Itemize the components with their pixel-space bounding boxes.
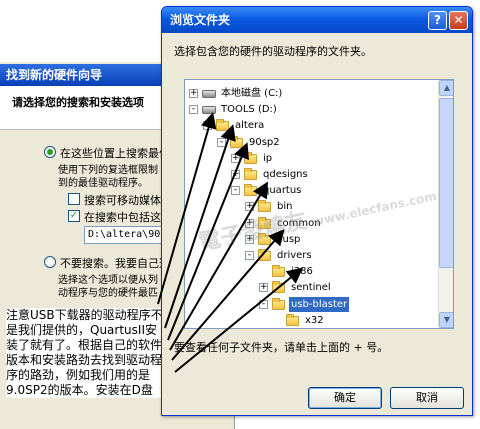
tree-node-label: altera — [235, 120, 265, 132]
checkbox-removable-label: 搜索可移动媒体 — [84, 194, 161, 207]
tree-node[interactable]: - 90sp2 — [217, 135, 447, 150]
expand-icon[interactable]: + — [245, 218, 254, 228]
tree-node-label: bin — [277, 201, 293, 213]
drive-icon — [202, 106, 216, 115]
expand-icon[interactable]: + — [259, 283, 268, 293]
annotation-note: 注意USB下载器的驱动程序不是我们提供的，QuartusII安装了就有了。根据自… — [6, 308, 168, 398]
help-button[interactable]: ? — [428, 11, 447, 30]
option-no-search-label: 不要搜索。我要自己选 — [60, 257, 170, 270]
folder-icon — [258, 249, 271, 261]
tree-node-label: TOOLS (D:) — [221, 104, 277, 116]
folder-icon — [216, 119, 229, 132]
tree-node-label: usb-blaster — [289, 296, 350, 312]
radio-search-locations[interactable] — [44, 146, 56, 158]
tree-node[interactable]: + cusp — [245, 232, 453, 247]
option-no-search-desc-2: 动程序与您的硬件最匹 — [58, 288, 158, 299]
folder-icon — [272, 297, 285, 310]
ok-button[interactable]: 确定 — [308, 387, 382, 409]
folder-icon — [258, 232, 271, 245]
tree-node[interactable]: i386 — [259, 264, 453, 279]
dialog-title-bar: 浏览文件夹 — [162, 7, 472, 33]
dialog-prompt: 选择包含您的硬件的驱动程序的文件夹。 — [174, 45, 372, 58]
folder-icon — [230, 135, 243, 148]
tree-node[interactable]: + qdesigns — [231, 167, 453, 182]
close-button[interactable]: ✕ — [449, 11, 468, 30]
tree-node-label: ip — [263, 152, 273, 164]
expand-icon[interactable]: + — [189, 89, 198, 98]
collapse-icon[interactable]: - — [231, 186, 240, 196]
checkbox-removable-media[interactable] — [68, 193, 80, 205]
dialog-title: 浏览文件夹 — [170, 13, 231, 27]
folder-icon — [272, 281, 285, 294]
checkbox-include-label: 在搜索中包括这 — [84, 211, 161, 224]
checkbox-include-location[interactable]: ✓ — [68, 210, 80, 222]
scroll-thumb[interactable] — [439, 98, 453, 268]
tree-node-label: cusp — [277, 233, 301, 245]
browse-folder-dialog: 浏览文件夹 ? ✕ 选择包含您的硬件的驱动程序的文件夹。 +eda+dsp_bu… — [161, 6, 473, 416]
tree-node-label: qdesigns — [263, 169, 308, 180]
folder-icon — [258, 216, 271, 229]
tree-node-label: sentinel — [291, 282, 331, 294]
tree-node-label: drivers — [277, 250, 312, 261]
tree-node[interactable]: + common — [245, 216, 453, 231]
tree-node-label: common — [277, 217, 321, 229]
tree-node[interactable]: + sentinel — [259, 280, 453, 295]
tree-node-label: quartus — [263, 185, 302, 197]
collapse-icon[interactable]: - — [203, 121, 212, 131]
option-search-label: 在这些位置上搜索最佳 — [60, 147, 170, 160]
tree-node-label: i386 — [291, 266, 313, 278]
cancel-button[interactable]: 取消 — [390, 387, 464, 409]
folder-icon — [244, 168, 257, 180]
collapse-icon[interactable]: - — [189, 105, 198, 115]
scroll-up-button[interactable]: ▲ — [439, 80, 453, 96]
folder-tree[interactable]: +eda+dsp_builderwin2000x64x32-usb-blaste… — [184, 79, 454, 329]
collapse-icon[interactable]: - — [217, 137, 226, 147]
tree-node[interactable]: + 本地磁盘 (C:) — [189, 86, 419, 101]
folder-icon — [286, 313, 299, 326]
collapse-icon[interactable]: - — [245, 251, 254, 260]
folder-icon — [258, 200, 271, 213]
expand-icon[interactable]: + — [245, 234, 254, 244]
dialog-hint: 要查看任何子文件夹，请单击上面的 + 号。 — [174, 341, 389, 354]
tree-node[interactable]: - quartus — [231, 183, 453, 198]
tree-node[interactable]: - TOOLS (D:) — [189, 102, 419, 117]
radio-no-search[interactable] — [44, 256, 56, 268]
tree-node[interactable]: - altera — [203, 118, 433, 133]
folder-icon — [272, 265, 285, 278]
wizard-header-text: 请选择您的搜索和安装选项 — [12, 96, 144, 109]
tree-node[interactable]: + bin — [245, 199, 453, 214]
folder-icon — [244, 151, 257, 164]
tree-node[interactable]: - usb-blaster — [259, 296, 453, 312]
tree-node-label: 90sp2 — [249, 136, 280, 148]
option-search-desc-2: 到的最佳驱动程序。 — [58, 178, 148, 189]
tree-node[interactable]: - drivers — [245, 248, 453, 263]
tree-node-label: 本地磁盘 (C:) — [221, 88, 283, 99]
expand-icon[interactable]: + — [245, 202, 254, 212]
expand-icon[interactable]: + — [231, 170, 240, 179]
drive-icon — [202, 90, 216, 98]
tree-node-label: x32 — [305, 314, 324, 326]
expand-icon[interactable]: + — [231, 153, 240, 163]
collapse-icon[interactable]: - — [259, 299, 268, 309]
scroll-down-button[interactable]: ▼ — [439, 312, 453, 328]
folder-icon — [244, 184, 257, 197]
tree-node[interactable]: + ip — [231, 151, 453, 166]
tree-vertical-scrollbar[interactable]: ▲ ▼ — [438, 80, 453, 328]
tree-node[interactable]: x32 — [273, 313, 453, 328]
